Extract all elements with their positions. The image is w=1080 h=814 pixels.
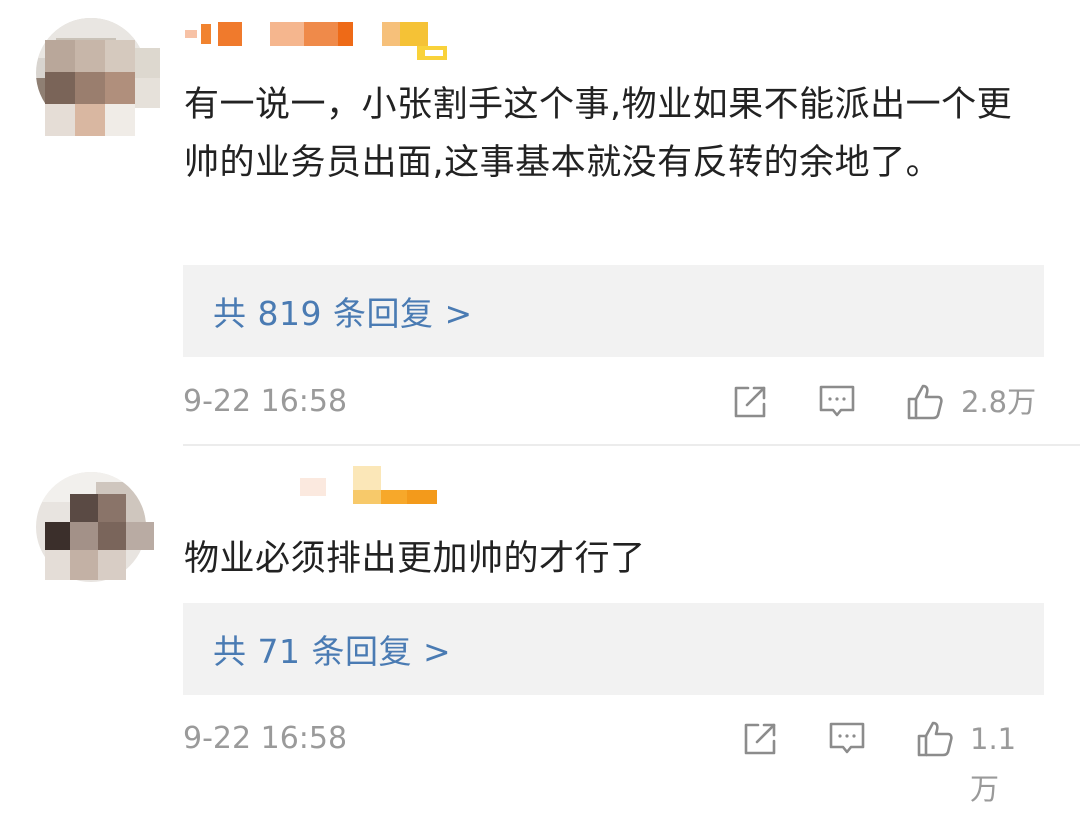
comment-meta: 9-22 16:58 2.8万 xyxy=(183,377,1044,427)
comment-item: 有一说一，小张割手这个事,物业如果不能派出一个更帅的业务员出面,这事基本就没有反… xyxy=(0,0,1080,445)
thumbs-up-icon[interactable] xyxy=(915,719,955,759)
comment-item: 物业必须排出更加帅的才行了 共 71 条回复 > 9-22 16:58 1.1万 xyxy=(0,446,1080,806)
replies-link[interactable]: 共 71 条回复 > xyxy=(183,603,1044,695)
replies-label: 共 71 条回复 > xyxy=(213,632,452,671)
comment-icon[interactable] xyxy=(827,719,867,759)
timestamp: 9-22 16:58 xyxy=(183,384,348,419)
replies-link[interactable]: 共 819 条回复 > xyxy=(183,265,1044,357)
comment-meta: 9-22 16:58 1.1万 xyxy=(183,714,1044,806)
like-count: 2.8万 xyxy=(961,385,1037,419)
timestamp: 9-22 16:58 xyxy=(183,721,348,756)
avatar-mosaic xyxy=(45,494,160,590)
username-redacted[interactable] xyxy=(185,462,465,506)
comment-text: 有一说一，小张割手这个事,物业如果不能派出一个更帅的业务员出面,这事基本就没有反… xyxy=(184,85,1013,183)
like-count: 1.1万 xyxy=(970,722,1017,806)
share-icon[interactable] xyxy=(740,719,780,759)
share-icon[interactable] xyxy=(730,382,770,422)
comment-text: 物业必须排出更加帅的才行了 xyxy=(184,539,646,579)
thumbs-up-icon[interactable] xyxy=(905,382,945,422)
comment-icon[interactable] xyxy=(817,382,857,422)
avatar-mosaic xyxy=(45,40,160,136)
username-redacted[interactable] xyxy=(185,18,465,62)
replies-label: 共 819 条回复 > xyxy=(213,294,473,333)
